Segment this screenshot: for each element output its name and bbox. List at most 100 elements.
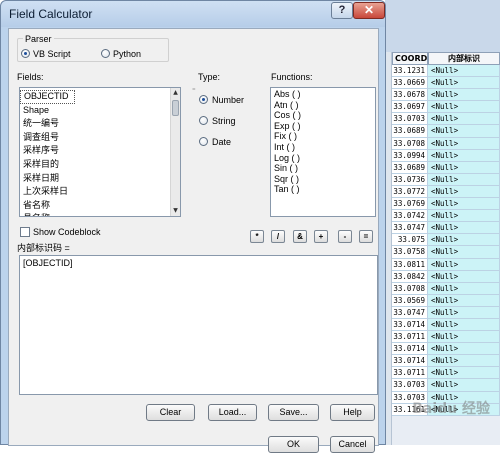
field-item[interactable]: OBJECTID	[20, 90, 75, 104]
functions-list[interactable]: Abs ( ) Atn ( ) Cos ( ) Exp ( ) Fix ( ) Int (…	[270, 87, 376, 217]
cell-coord[interactable]: 33.0689	[392, 125, 428, 138]
field-item[interactable]: 县名称	[20, 212, 180, 216]
cell-coord[interactable]: 33.0703	[392, 113, 428, 126]
cell-coord[interactable]: 33.0711	[392, 367, 428, 380]
cell-coord[interactable]: 33.0711	[392, 331, 428, 344]
table-row[interactable]: 33.0714 <Null>	[392, 355, 500, 368]
cell-internal-id[interactable]: <Null>	[428, 149, 500, 162]
function-item[interactable]: Tan ( )	[271, 184, 375, 195]
cell-coord[interactable]: 33.0714	[392, 343, 428, 356]
cell-internal-id[interactable]: <Null>	[428, 198, 500, 211]
cell-internal-id[interactable]: <Null>	[428, 137, 500, 150]
cell-internal-id[interactable]: <Null>	[428, 306, 500, 319]
field-item[interactable]: 采样目的	[20, 158, 180, 172]
field-item[interactable]: 统一编号	[20, 117, 180, 131]
table-row[interactable]: 33.0772 <Null>	[392, 185, 500, 199]
cell-internal-id[interactable]: <Null>	[428, 173, 500, 186]
table-row[interactable]: 33.0711 <Null>	[392, 367, 500, 380]
function-item[interactable]: Int ( )	[271, 142, 375, 153]
cell-coord[interactable]: 33.0758	[392, 246, 428, 259]
cell-coord[interactable]: 33.0703	[392, 379, 428, 392]
cell-internal-id[interactable]: <Null>	[428, 379, 500, 392]
function-item[interactable]: Atn ( )	[271, 100, 375, 111]
cell-coord[interactable]: 33.0689	[392, 161, 428, 174]
cell-internal-id[interactable]: <Null>	[428, 210, 500, 223]
table-row[interactable]: 33.0742 <Null>	[392, 210, 500, 223]
cell-internal-id[interactable]: <Null>	[428, 270, 500, 283]
table-row-selector-column[interactable]	[385, 52, 392, 445]
table-row[interactable]: 33.0711 <Null>	[392, 331, 500, 344]
cell-coord[interactable]: 33.0569	[392, 294, 428, 307]
cell-internal-id[interactable]: <Null>	[428, 101, 500, 114]
radio-vbscript[interactable]	[21, 49, 30, 58]
field-item[interactable]: 调查组号	[20, 131, 180, 145]
cell-internal-id[interactable]: <Null>	[428, 222, 500, 235]
cell-coord[interactable]: 33.0769	[392, 198, 428, 211]
table-row[interactable]: 33.0703 <Null>	[392, 379, 500, 392]
table-row[interactable]: 33.1231 <Null>	[392, 65, 500, 78]
show-codeblock-checkbox[interactable]	[20, 227, 30, 237]
table-row[interactable]: 33.0678 <Null>	[392, 89, 500, 102]
cell-coord[interactable]: 33.0772	[392, 185, 428, 199]
function-item[interactable]: Cos ( )	[271, 110, 375, 121]
fields-scrollbar[interactable]: ▲ ▼	[170, 88, 180, 216]
cell-internal-id[interactable]: <Null>	[428, 65, 500, 78]
radio-python-label[interactable]: Python	[113, 49, 141, 59]
operator-equals-button[interactable]: =	[359, 230, 373, 243]
table-row[interactable]: 33.0758 <Null>	[392, 246, 500, 259]
table-row[interactable]: 33.0714 <Null>	[392, 318, 500, 332]
function-item[interactable]: Log ( )	[271, 153, 375, 164]
cell-internal-id[interactable]: <Null>	[428, 355, 500, 368]
function-item[interactable]: Sin ( )	[271, 163, 375, 174]
field-item[interactable]: 采样日期	[20, 172, 180, 186]
cell-internal-id[interactable]: <Null>	[428, 246, 500, 259]
cell-internal-id[interactable]: <Null>	[428, 282, 500, 295]
table-row[interactable]: 33.0703 <Null>	[392, 113, 500, 126]
cell-coord[interactable]: 33.0708	[392, 137, 428, 150]
table-row[interactable]: 33.0714 <Null>	[392, 343, 500, 356]
cell-coord[interactable]: 33.0714	[392, 355, 428, 368]
cell-internal-id[interactable]: <Null>	[428, 318, 500, 332]
radio-number[interactable]	[199, 95, 208, 104]
title-help-button[interactable]: ?	[331, 2, 353, 19]
cell-internal-id[interactable]: <Null>	[428, 294, 500, 307]
cell-coord[interactable]: 33.0708	[392, 282, 428, 295]
cell-internal-id[interactable]: <Null>	[428, 113, 500, 126]
table-row[interactable]: 33.0689 <Null>	[392, 161, 500, 174]
field-item[interactable]: 省名称	[20, 199, 180, 213]
cell-coord[interactable]: 33.0811	[392, 258, 428, 271]
cell-internal-id[interactable]: <Null>	[428, 367, 500, 380]
cell-coord[interactable]: 33.0697	[392, 101, 428, 114]
cell-coord[interactable]: 33.0678	[392, 89, 428, 102]
table-row[interactable]: 33.0747 <Null>	[392, 306, 500, 319]
field-item[interactable]: 采样序号	[20, 144, 180, 158]
cell-internal-id[interactable]: <Null>	[428, 89, 500, 102]
radio-string[interactable]	[199, 116, 208, 125]
show-codeblock-label[interactable]: Show Codeblock	[33, 227, 101, 237]
radio-date-label[interactable]: Date	[212, 137, 231, 147]
table-row[interactable]: 33.0994 <Null>	[392, 149, 500, 162]
column-header-internal-id[interactable]: 内部标识	[428, 52, 500, 65]
radio-python[interactable]	[101, 49, 110, 58]
cell-coord[interactable]: 33.0842	[392, 270, 428, 283]
cell-internal-id[interactable]: <Null>	[428, 258, 500, 271]
field-item[interactable]: Shape	[20, 104, 180, 118]
cell-coord[interactable]: 33.0747	[392, 306, 428, 319]
expression-textbox[interactable]: [OBJECTID]	[19, 255, 378, 395]
scroll-up-icon[interactable]: ▲	[171, 88, 180, 98]
cell-internal-id[interactable]: <Null>	[428, 343, 500, 356]
function-item[interactable]: Abs ( )	[271, 89, 375, 100]
table-row[interactable]: 33.0811 <Null>	[392, 258, 500, 271]
radio-vbscript-label[interactable]: VB Script	[33, 49, 71, 59]
cell-coord[interactable]: 33.0714	[392, 318, 428, 332]
table-row[interactable]: 33.0842 <Null>	[392, 270, 500, 283]
cell-internal-id[interactable]: <Null>	[428, 77, 500, 90]
column-header-coord[interactable]: COORD	[392, 52, 428, 65]
field-item[interactable]: 上次采样日	[20, 185, 180, 199]
table-row[interactable]: 33.0569 <Null>	[392, 294, 500, 307]
table-row[interactable]: 33.0669 <Null>	[392, 77, 500, 90]
fields-list[interactable]: OBJECTID Shape 统一编号 调查组号 采样序号 采样目的 采样日期 上次采样日 省名…	[19, 87, 181, 217]
cell-internal-id[interactable]: <Null>	[428, 185, 500, 199]
clear-button[interactable]: Clear	[146, 404, 195, 421]
function-item[interactable]: Fix ( )	[271, 131, 375, 142]
